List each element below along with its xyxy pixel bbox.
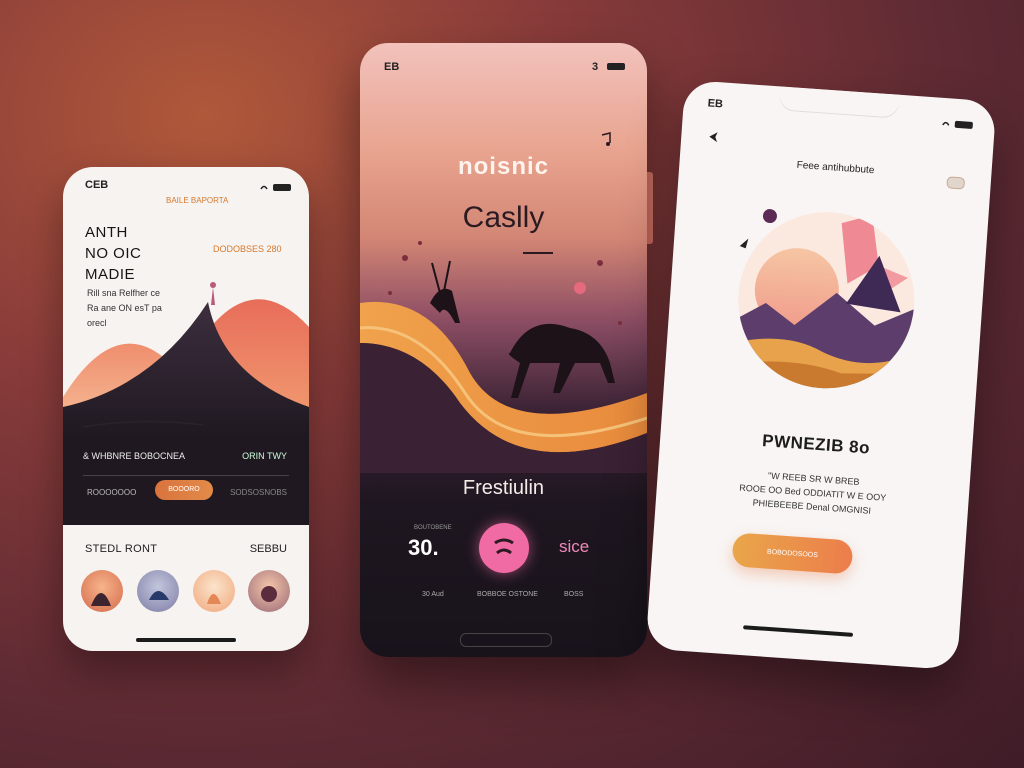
section-title: STEDL RONT (85, 543, 158, 555)
section-link[interactable]: SEBBU (250, 543, 287, 555)
battery-icon (273, 184, 291, 191)
phone-notch (778, 86, 900, 119)
count-value: 30. (408, 535, 439, 560)
home-indicator (743, 625, 854, 637)
avatar[interactable] (81, 570, 123, 612)
middle-phone: EB 3 noisnic Caslly Frestiulin BOUTOBENE… (360, 43, 647, 657)
book-button[interactable]: BOOORO (155, 480, 213, 500)
side-button (646, 172, 653, 244)
battery-icon (607, 63, 625, 70)
mountain-illustration (63, 282, 309, 442)
title-line: NO OIC (85, 245, 142, 262)
accent-label: BAILE BAPORTA (166, 196, 229, 205)
status-icons (260, 184, 291, 191)
header-title: Feee antihubbute (796, 159, 875, 177)
play-button[interactable] (479, 523, 529, 573)
avatar[interactable] (193, 570, 235, 612)
circle-illustration (732, 206, 921, 395)
dark-label-left: ROOOOOOO (87, 488, 137, 497)
status-time: EB (707, 97, 724, 111)
price-text: DODOBSES 280 (213, 244, 282, 254)
wifi-icon (260, 185, 268, 190)
event-name: Frestiulin (462, 477, 545, 499)
right-phone: EB Feee antihubbute PWNEZIB 8o "W REEB S… (645, 79, 997, 671)
phone-notch (135, 167, 235, 189)
cta-button[interactable]: BOBODOSOOS (731, 532, 854, 575)
page-title: ANTH NO OIC MADIE (85, 222, 141, 285)
dark-panel: & WHBNRE BOBOCNEA ORIN TWY ROOOOOOO BOOO… (63, 437, 309, 525)
title-line: ANTH (85, 224, 128, 241)
brand-name: noisnic (457, 153, 549, 180)
status-right: 3 (592, 61, 599, 73)
count-label: BOUTOBENE (414, 525, 452, 531)
avatar[interactable] (137, 570, 179, 612)
avatar[interactable] (248, 570, 290, 612)
divider (83, 475, 289, 476)
footer-item: BOBBOE OSTONE (477, 591, 538, 598)
footer-item: 30 Aud (422, 591, 444, 598)
home-indicator (136, 638, 236, 642)
toggle-icon[interactable] (946, 176, 966, 190)
back-arrow-icon[interactable] (707, 130, 722, 145)
status-time: EB (384, 61, 400, 73)
left-phone: CEB BAILE BAPORTA ANTH NO OIC MADIE DODO… (63, 167, 309, 651)
home-indicator (460, 633, 552, 647)
dark-label-right: SODSOSNOBS (230, 488, 287, 497)
page-title: PWNEZIB 8o (761, 431, 871, 458)
horse-illustration (360, 241, 647, 473)
dark-row-left: & WHBNRE BOBOCNEA (83, 451, 186, 461)
dark-row-right: ORIN TWY (242, 451, 287, 461)
wifi-icon (942, 121, 950, 126)
see-link[interactable]: sice (559, 537, 589, 557)
music-note-icon (601, 132, 611, 146)
swirl-icon (494, 538, 514, 555)
footer-item: BOSS (564, 591, 584, 598)
battery-icon (954, 120, 973, 129)
status-time: CEB (85, 179, 109, 191)
status-icons (942, 120, 973, 129)
page-title: Caslly (462, 201, 545, 234)
description: "W REEB SR W BREB ROOE OO Bed ODDIATIT W… (708, 465, 918, 521)
